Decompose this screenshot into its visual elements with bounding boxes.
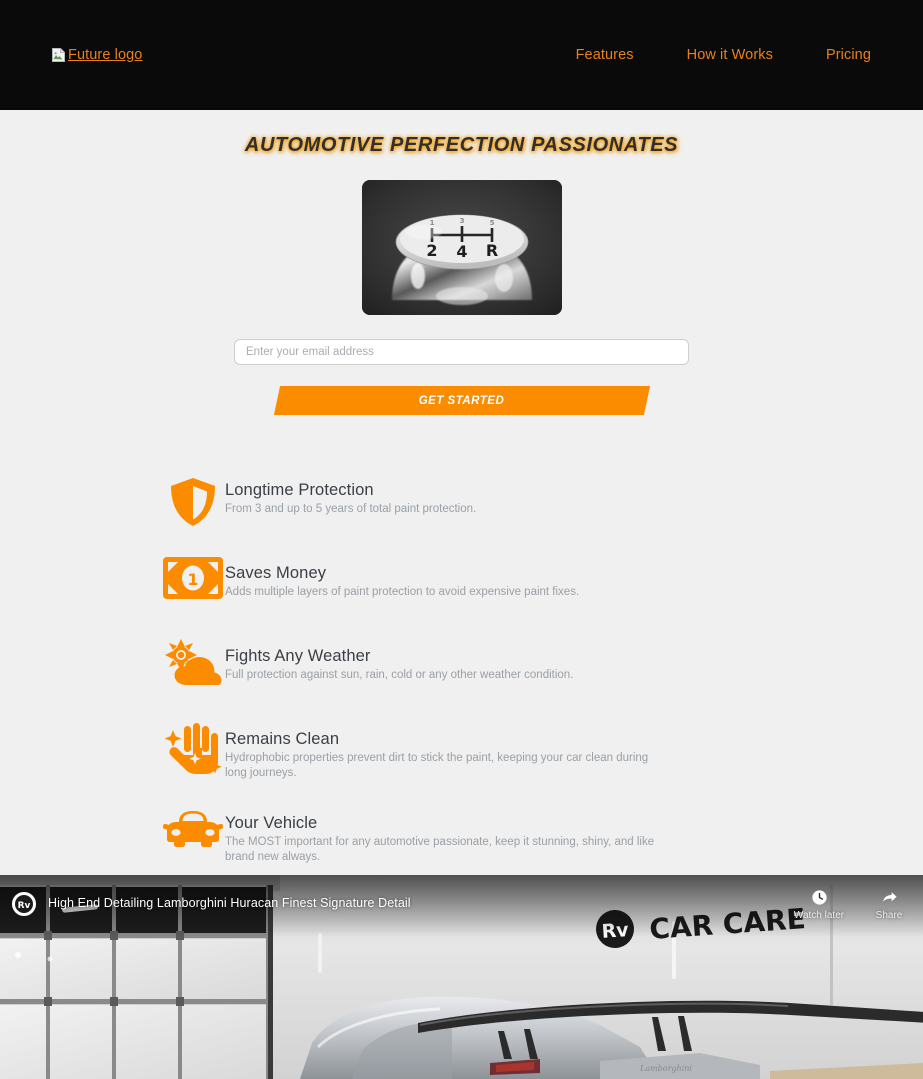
svg-text:3: 3 — [459, 217, 464, 225]
sun-cloud-icon — [161, 637, 225, 691]
nav-item-features[interactable]: Features — [576, 47, 634, 63]
email-field[interactable] — [234, 339, 689, 365]
feature-item: Your Vehicle The MOST important for any … — [0, 804, 923, 878]
watch-later-button[interactable]: Watch later — [793, 889, 845, 921]
svg-text:1: 1 — [187, 570, 198, 589]
landing-page: Future logo Features How it Works Pricin… — [0, 0, 923, 1079]
site-header: Future logo Features How it Works Pricin… — [0, 0, 923, 110]
brand-logo-link[interactable]: Future logo — [52, 48, 142, 63]
svg-text:2: 2 — [426, 241, 437, 260]
video-top-bar: Rv High End Detailing Lamborghini Huraca… — [0, 875, 923, 933]
svg-text:5: 5 — [489, 219, 494, 227]
feature-text: Fights Any Weather Full protection again… — [225, 637, 723, 683]
share-icon — [881, 889, 898, 910]
share-label: Share — [875, 910, 903, 921]
features-list: Longtime Protection From 3 and up to 5 y… — [0, 471, 923, 878]
page-title: AUTOMOTIVE PERFECTION PASSIONATES — [244, 134, 679, 156]
feature-title: Remains Clean — [225, 730, 340, 748]
feature-title: Your Vehicle — [225, 814, 318, 832]
money-icon: 1 — [161, 554, 225, 600]
nav-item-pricing[interactable]: Pricing — [826, 47, 871, 63]
feature-title: Saves Money — [225, 564, 327, 582]
feature-item: 1 Saves Money Adds multiple layers of pa… — [0, 554, 923, 628]
feature-description: The MOST important for any automotive pa… — [225, 835, 655, 864]
broken-image-icon — [52, 48, 65, 62]
nav-item-how-it-works[interactable]: How it Works — [687, 47, 773, 63]
svg-text:4: 4 — [456, 242, 467, 261]
car-icon — [161, 804, 225, 850]
feature-title: Longtime Protection — [225, 481, 374, 499]
watch-later-label: Watch later — [793, 910, 845, 921]
feature-item: Remains Clean Hydrophobic properties pre… — [0, 720, 923, 794]
video-title[interactable]: High End Detailing Lamborghini Huracan F… — [48, 891, 411, 915]
svg-text:Lamborghini: Lamborghini — [639, 1064, 692, 1073]
share-button[interactable]: Share — [863, 889, 915, 921]
feature-description: Hydrophobic properties prevent dirt to s… — [225, 751, 649, 780]
svg-text:R: R — [485, 241, 497, 260]
hero-section: AUTOMOTIVE PERFECTION PASSIONATES 1 3 5 … — [0, 110, 923, 415]
main-navigation: Features How it Works Pricing — [576, 0, 871, 110]
feature-description: From 3 and up to 5 years of total paint … — [225, 502, 477, 515]
feature-item: Fights Any Weather Full protection again… — [0, 637, 923, 711]
feature-item: Longtime Protection From 3 and up to 5 y… — [0, 471, 923, 545]
feature-title: Fights Any Weather — [225, 647, 371, 665]
get-started-button-label: GET STARTED — [418, 394, 505, 407]
signup-form: GET STARTED — [0, 339, 923, 415]
feature-text: Your Vehicle The MOST important for any … — [225, 804, 723, 866]
video-action-buttons: Watch later Share — [793, 889, 915, 921]
channel-avatar[interactable]: Rv — [12, 892, 36, 916]
clock-icon — [811, 889, 828, 910]
cta-wrapper: GET STARTED — [234, 386, 689, 415]
get-started-button[interactable]: GET STARTED — [277, 386, 647, 415]
sparkle-hand-icon — [161, 720, 225, 776]
feature-text: Longtime Protection From 3 and up to 5 y… — [225, 471, 723, 517]
brand-logo-alt-text: Future logo — [68, 46, 143, 63]
feature-description: Adds multiple layers of paint protection… — [225, 585, 580, 598]
svg-text:Rv: Rv — [18, 901, 31, 911]
youtube-video-embed[interactable]: Rv CAR CARE Lamborghini Rv High End Deta… — [0, 875, 923, 1079]
feature-text: Remains Clean Hydrophobic properties pre… — [225, 720, 723, 782]
shield-icon — [161, 471, 225, 531]
feature-description: Full protection against sun, rain, cold … — [225, 668, 574, 681]
feature-text: Saves Money Adds multiple layers of pain… — [225, 554, 723, 600]
hero-gear-shift-image: 1 3 5 2 4 R — [361, 180, 562, 315]
